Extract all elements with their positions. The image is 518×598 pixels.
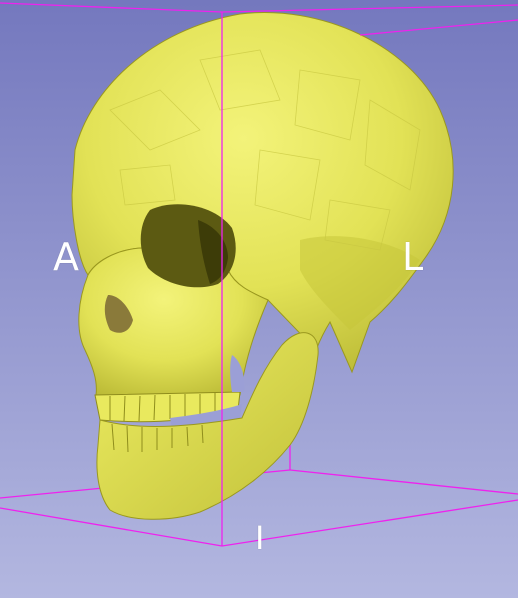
3d-view[interactable]: A L I — [0, 0, 518, 598]
orientation-label-left: L — [402, 235, 424, 279]
orientation-label-inferior: I — [255, 519, 265, 557]
3d-scene[interactable] — [0, 0, 518, 598]
orientation-label-anterior: A — [53, 235, 79, 279]
